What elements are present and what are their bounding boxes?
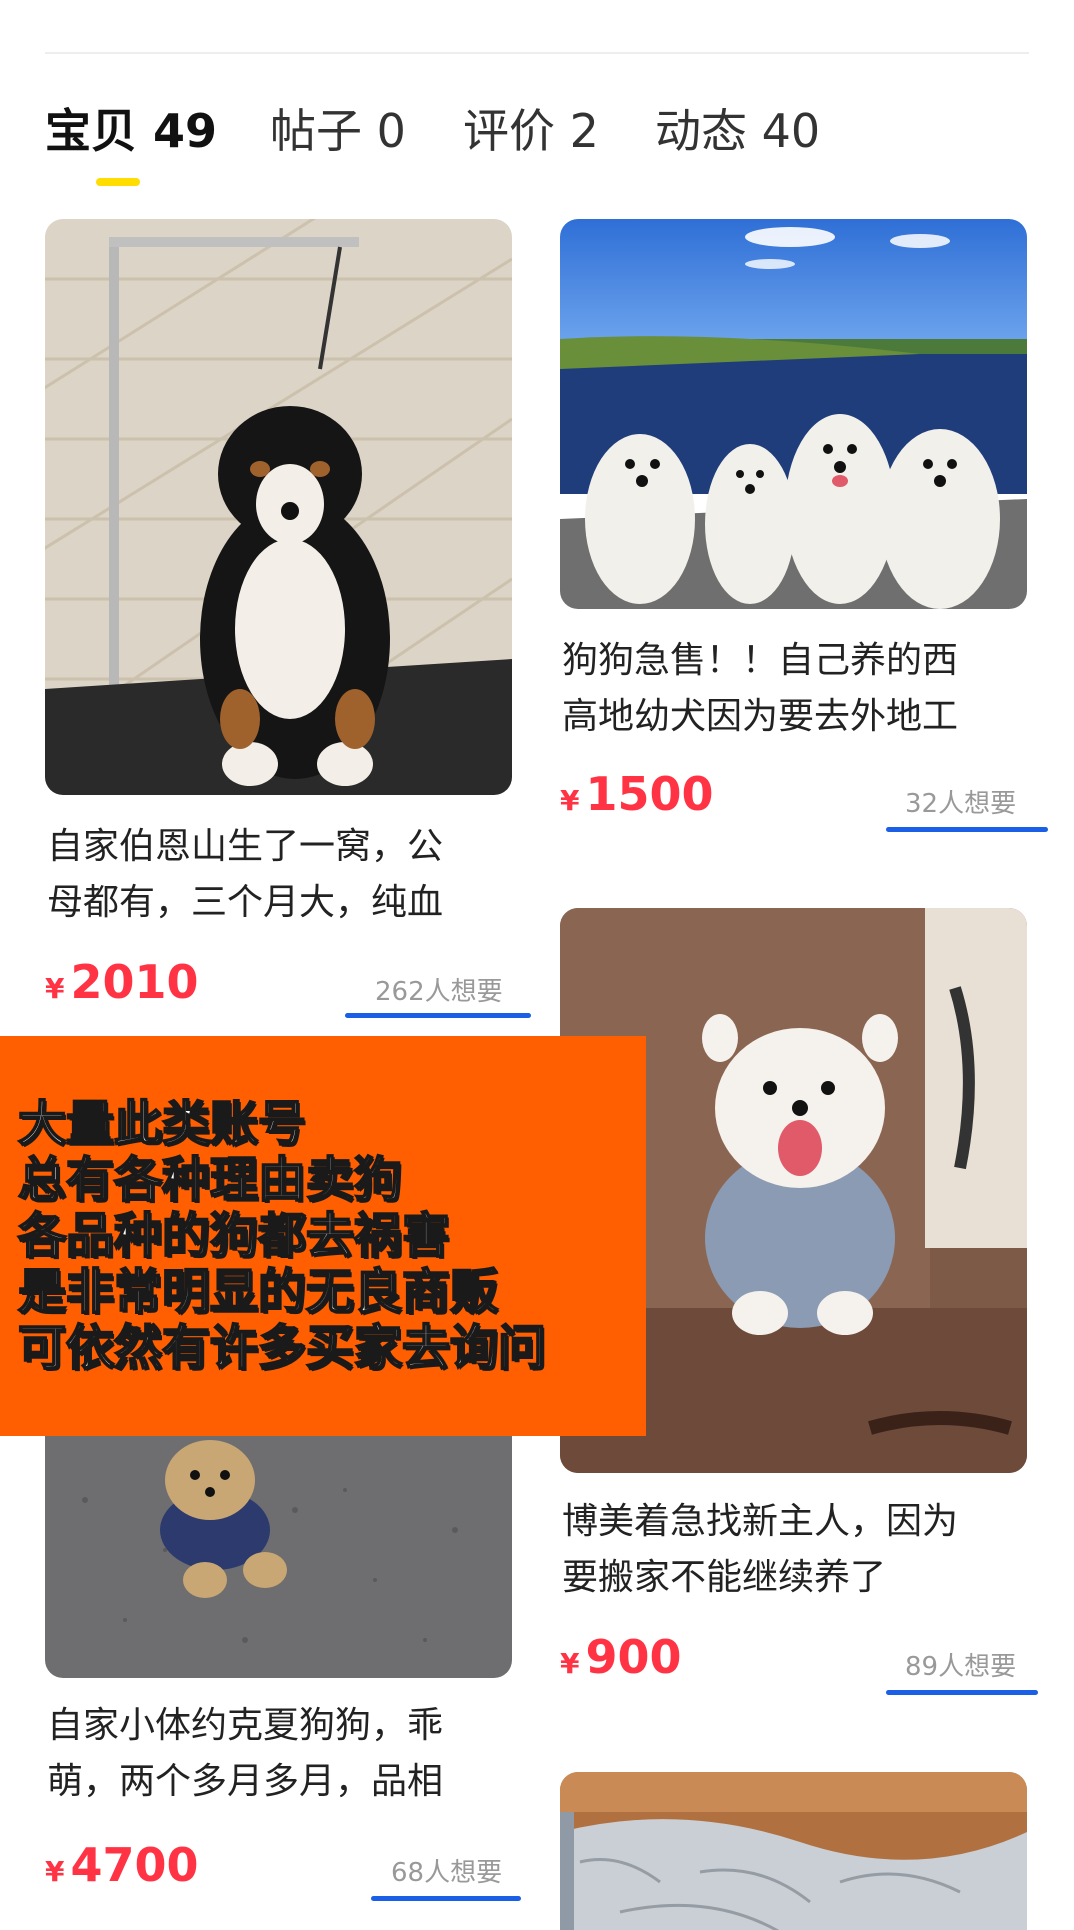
product-price: ¥1500: [560, 767, 714, 821]
want-count: 68人想要: [391, 1858, 503, 1888]
price-value: 4700: [70, 1838, 199, 1892]
price-value: 1500: [585, 767, 714, 821]
want-underline: [886, 1690, 1038, 1695]
tab-posts[interactable]: 帖子 0: [270, 100, 406, 162]
tab-activity[interactable]: 动态 40: [655, 100, 820, 162]
product-card[interactable]: 狗狗急售！！自己养的西 高地幼犬因为要去外地工 ¥1500 32人想要: [560, 219, 1048, 839]
banner-text-line: 各品种的狗都去祸害: [17, 1207, 451, 1265]
product-card[interactable]: 自家伯恩山生了一窝，公 母都有，三个月大，纯血 ¥2010 262人想要: [45, 219, 531, 1019]
product-title-line: 高地幼犬因为要去外地工: [562, 696, 959, 737]
top-divider: [45, 52, 1029, 54]
price-value: 900: [585, 1630, 682, 1684]
product-title-line: 狗狗急售！！自己养的西: [562, 640, 959, 681]
want-underline: [371, 1896, 521, 1901]
product-photo[interactable]: [560, 219, 1027, 609]
tab-reviews[interactable]: 评价 2: [463, 100, 599, 162]
want-underline: [345, 1013, 531, 1018]
currency-symbol: ¥: [45, 972, 65, 1005]
product-title[interactable]: 自家小体约克夏狗狗，乖 萌，两个多月多月，品相: [47, 1698, 517, 1810]
banner-text-line: 可依然有许多买家去询问: [17, 1319, 547, 1377]
product-price: ¥2010: [45, 955, 199, 1009]
currency-symbol: ¥: [560, 784, 580, 817]
product-title[interactable]: 狗狗急售！！自己养的西 高地幼犬因为要去外地工: [562, 633, 1032, 745]
product-price: ¥4700: [45, 1838, 199, 1892]
banner-text-line: 大量此类账号: [17, 1095, 307, 1153]
price-value: 2010: [70, 955, 199, 1009]
banner-text-line: 总有各种理由卖狗: [17, 1151, 403, 1209]
product-title[interactable]: 自家伯恩山生了一窝，公 母都有，三个月大，纯血: [47, 819, 517, 931]
want-count: 89人想要: [905, 1652, 1017, 1682]
product-price: ¥900: [560, 1630, 682, 1684]
product-photo[interactable]: [560, 1772, 1027, 1930]
currency-symbol: ¥: [560, 1647, 580, 1680]
product-title-line: 萌，两个多月多月，品相: [47, 1761, 444, 1802]
product-title-line: 博美着急找新主人，因为: [562, 1501, 959, 1542]
active-tab-indicator: [96, 178, 140, 186]
want-count: 32人想要: [905, 789, 1017, 819]
want-underline: [886, 827, 1048, 832]
product-photo[interactable]: [45, 219, 512, 795]
product-title-line: 自家小体约克夏狗狗，乖: [47, 1705, 444, 1746]
product-card[interactable]: [560, 1772, 1027, 1930]
product-title-line: 母都有，三个月大，纯血: [47, 882, 444, 923]
tab-items[interactable]: 宝贝 49: [45, 100, 217, 162]
banner-text-line: 是非常明显的无良商贩: [17, 1263, 499, 1321]
product-title-line: 自家伯恩山生了一窝，公: [47, 826, 444, 867]
product-title[interactable]: 博美着急找新主人，因为 要搬家不能继续养了: [562, 1494, 1032, 1606]
currency-symbol: ¥: [45, 1855, 65, 1888]
product-title-line: 要搬家不能继续养了: [562, 1557, 887, 1598]
annotation-banner: 大量此类账号 总有各种理由卖狗 各品种的狗都去祸害 是非常明显的无良商贩 可依然…: [0, 1036, 646, 1436]
want-count: 262人想要: [375, 977, 503, 1007]
